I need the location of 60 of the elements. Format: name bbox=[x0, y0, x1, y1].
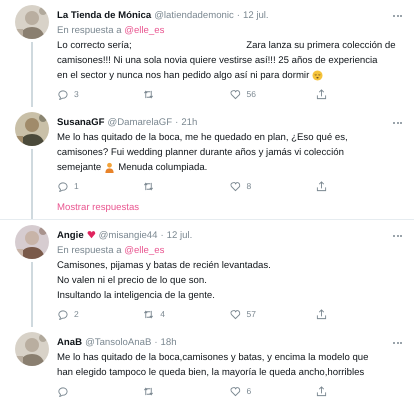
user-handle[interactable]: @misangie44 bbox=[98, 230, 158, 241]
reply-count: 2 bbox=[74, 309, 79, 319]
show-replies-link[interactable]: Mostrar respuestas bbox=[57, 202, 140, 212]
retweet-icon[interactable] bbox=[143, 88, 154, 100]
tweet-text: Menuda columpiada. bbox=[118, 162, 208, 173]
like-count: 56 bbox=[246, 89, 256, 99]
separator-dot: · bbox=[175, 117, 178, 128]
tweet-text: Me lo has quitado de la boca,camisones y batas, y encima la modelo que bbox=[57, 352, 368, 363]
reply-icon[interactable] bbox=[57, 88, 68, 100]
tweet-text: No valen ni el precio de lo que son. bbox=[57, 275, 207, 286]
tweet-time[interactable]: 12 jul. bbox=[243, 10, 269, 21]
like-count: 57 bbox=[246, 309, 256, 319]
like-icon[interactable] bbox=[230, 386, 240, 396]
tweet-text: Lo correcto sería; Zara lanza su primera colección de bbox=[57, 40, 396, 51]
reply-icon[interactable] bbox=[57, 180, 68, 192]
separator-dot: · bbox=[160, 230, 164, 241]
mention-link[interactable]: @elle_es bbox=[124, 245, 164, 256]
tweet-text: camisones? Fui wedding planner durante años y jamás vi colección bbox=[57, 147, 344, 158]
like-icon[interactable] bbox=[230, 88, 240, 100]
tweet-text: en el sector y nunca nos han pedido algo así ni para dormir bbox=[57, 70, 310, 81]
share-icon[interactable] bbox=[316, 180, 327, 192]
user-handle[interactable]: @DamarelaGF bbox=[107, 117, 172, 128]
reply-icon[interactable] bbox=[57, 386, 68, 396]
tweet-text: semejante bbox=[57, 162, 102, 173]
retweet-icon[interactable] bbox=[143, 308, 154, 320]
user-name[interactable]: Angie bbox=[57, 230, 84, 241]
like-icon[interactable] bbox=[230, 180, 240, 192]
mention-link[interactable]: @elle_es bbox=[124, 25, 164, 36]
share-icon[interactable] bbox=[316, 386, 327, 396]
heart-icon bbox=[86, 230, 96, 238]
tweet-time[interactable]: 12 jul. bbox=[166, 230, 192, 241]
tweet-time[interactable]: 21h bbox=[181, 117, 198, 128]
reply-label: En respuesta a bbox=[57, 245, 122, 256]
tweet-text: Camisones, pijamas y batas de recién levantadas. bbox=[57, 260, 271, 271]
reply-icon[interactable] bbox=[57, 308, 68, 320]
tweet-time[interactable]: 18h bbox=[160, 337, 177, 348]
reply-label: En respuesta a bbox=[57, 25, 122, 36]
like-count: 6 bbox=[246, 386, 252, 396]
user-name[interactable]: SusanaGF bbox=[57, 117, 104, 128]
tweet-text: han elegido tampoco le queda bien, la mayoría le queda ancho,horribles bbox=[57, 367, 364, 378]
retweet-count: 4 bbox=[160, 309, 165, 319]
like-count: 8 bbox=[246, 181, 252, 191]
user-name[interactable]: La Tienda de Mónica bbox=[57, 10, 152, 21]
person-icon bbox=[104, 162, 116, 173]
reply-count: 1 bbox=[74, 181, 79, 191]
like-icon[interactable] bbox=[230, 308, 240, 320]
share-icon[interactable] bbox=[316, 88, 327, 100]
sleepy-face-icon bbox=[312, 70, 324, 81]
reply-count: 3 bbox=[74, 89, 79, 99]
tweet-text: Insultando la inteligencia de la gente. bbox=[57, 290, 215, 301]
user-handle[interactable]: @TansoloAnaB bbox=[85, 337, 152, 348]
retweet-icon[interactable] bbox=[143, 180, 154, 192]
separator-dot: · bbox=[154, 337, 158, 348]
user-name[interactable]: AnaB bbox=[57, 337, 82, 348]
share-icon[interactable] bbox=[316, 308, 327, 320]
tweet-text: camisones!!! Ni una sola novia quiere vestirse así!!! 25 años de experiencia bbox=[57, 55, 378, 66]
tweet-text: Me lo has quitado de la boca, me he quedado en plan, ¿Eso qué es, bbox=[57, 132, 348, 143]
separator-dot: · bbox=[236, 10, 240, 21]
retweet-icon[interactable] bbox=[143, 386, 154, 396]
user-handle[interactable]: @latiendademonic bbox=[154, 10, 234, 21]
